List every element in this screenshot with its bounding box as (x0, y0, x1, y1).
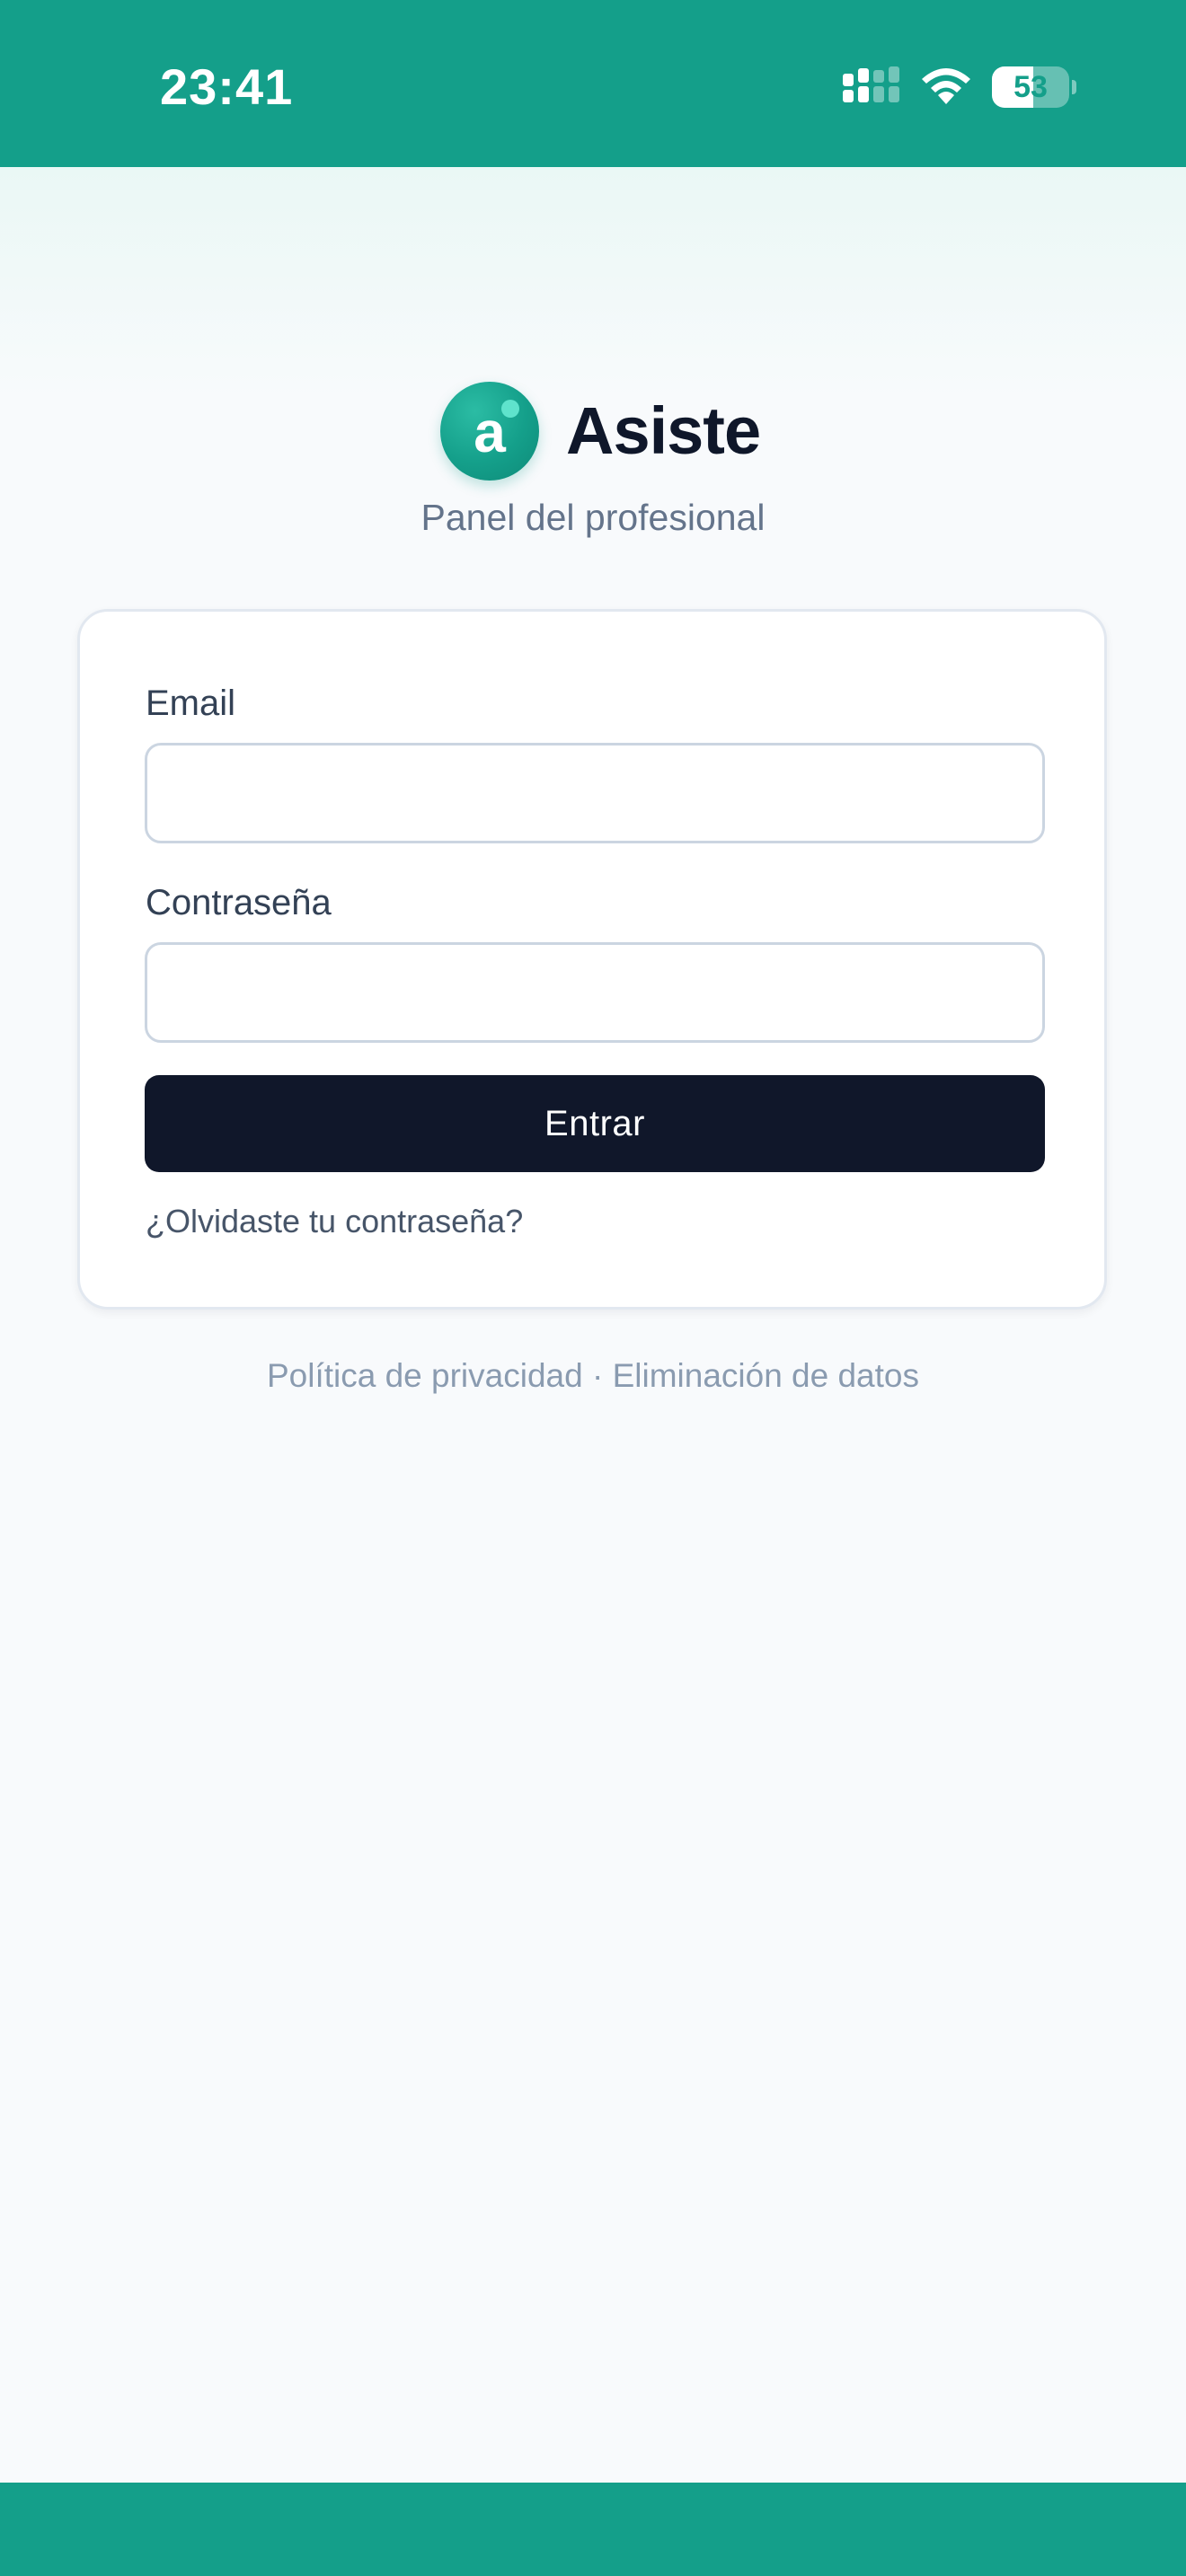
password-label: Contraseña (146, 883, 332, 922)
logo-letter: a (474, 400, 506, 464)
logo-dot (501, 400, 519, 418)
privacy-policy-link[interactable]: Política de privacidad (267, 1357, 583, 1394)
footer-separator: · (591, 1357, 613, 1394)
battery-level: 53 (1013, 70, 1048, 104)
brand-header: a Asiste (0, 381, 1186, 481)
signal-icon (843, 66, 899, 102)
page-subtitle: Panel del profesional (420, 497, 766, 538)
login-button[interactable]: Entrar (145, 1075, 1045, 1172)
wifi-icon (922, 68, 970, 104)
status-time: 23:41 (160, 58, 294, 115)
login-card: Email Contraseña Entrar ¿Olvidaste tu co… (77, 609, 1107, 1310)
email-label: Email (146, 684, 236, 723)
bottom-bar (0, 2483, 1186, 2576)
forgot-password-link[interactable]: ¿Olvidaste tu contraseña? (146, 1199, 523, 1244)
app-logo-icon: a (440, 382, 539, 481)
email-field[interactable] (145, 743, 1045, 843)
header-glow (0, 167, 1186, 401)
app-name: Asiste (566, 393, 761, 468)
data-deletion-link[interactable]: Eliminación de datos (613, 1357, 919, 1394)
battery-icon: 53 (992, 66, 1076, 108)
status-bar: 23:41 53 (0, 0, 1186, 167)
footer-links: Política de privacidad · Eliminación de … (0, 1351, 1186, 1401)
password-field[interactable] (145, 942, 1045, 1043)
